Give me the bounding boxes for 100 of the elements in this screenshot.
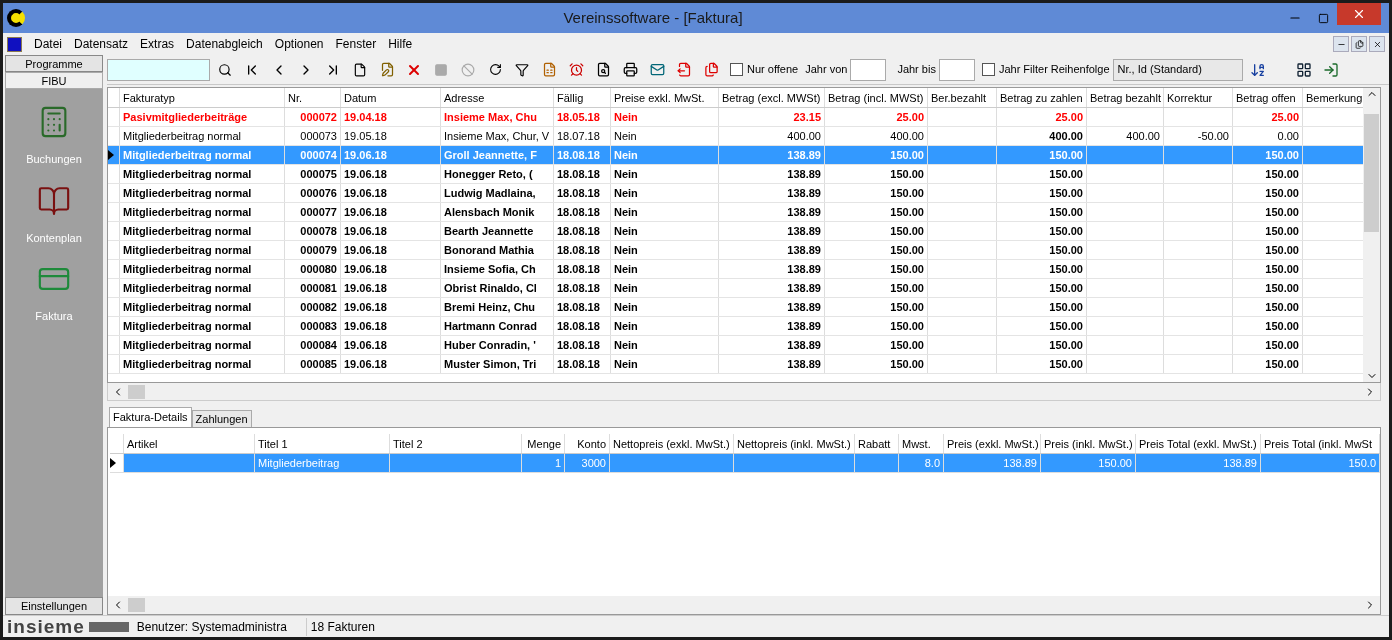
column-header[interactable]: Menge [522,434,565,453]
table-cell: Mitgliederbeitrag normal [123,244,252,256]
table-cell: Alensbach Monik [444,206,535,218]
scroll-thumb[interactable] [1364,114,1379,232]
table-cell: 23.15 [793,111,821,123]
filter-checkbox[interactable] [981,63,995,76]
table-row[interactable]: Mitgliederbeitrag normal 000084 19.06.18 Huber Conradin, ' 18.08.18 Nein 138.89 150.00 150.00 150.00 [108,336,1363,355]
column-header[interactable]: Rabatt [855,434,899,453]
column-header[interactable]: Preis (inkl. MwSt.) [1041,434,1136,453]
table-row[interactable]: Pasivmitgliederbeiträge 000072 19.04.18 Insieme Max, Chu 18.05.18 Nein 23.15 25.00 25.00 25.00 [108,108,1363,127]
checkbox-label: Nur offene [747,62,799,78]
column-header[interactable]: Nettopreis (exkl. MwSt.) [610,434,734,453]
table-cell: Nein [614,282,638,294]
table-cell: Nein [614,301,638,313]
menu-item[interactable]: Hilfe [388,35,413,53]
table-cell: Nein [614,111,638,123]
column-header[interactable]: Artikel [124,434,255,453]
column-header[interactable]: Betrag bezahlt [1087,88,1164,107]
horizontal-scrollbar[interactable] [107,383,1381,401]
year-from-field[interactable] [850,58,887,81]
tab[interactable]: Zahlungen [191,410,252,427]
minimize-button[interactable] [1333,36,1349,52]
column-header[interactable]: Nr. [285,88,341,107]
column-header[interactable]: Titel 2 [390,434,522,453]
column-header[interactable]: Fakturatyp [120,88,285,107]
table-row[interactable]: Mitgliederbeitrag normal 000073 19.05.18 Insieme Max, Chur, V 18.07.18 Nein 400.00 400.00 400.00 400.00 -50.00 0.00 [108,127,1363,146]
table-row[interactable]: Mitgliederbeitrag normal 000076 19.06.18 Ludwig Madlaina, 18.08.18 Nein 138.89 150.00 150.00 150.00 [108,184,1363,203]
table-cell: 400.00 [1126,130,1160,142]
column-header[interactable]: Preis (exkl. MwSt.) [944,434,1041,453]
table-cell: 400.00 [890,130,924,142]
table-cell: 138.89 [1223,457,1257,469]
column-header[interactable]: Titel 1 [255,434,390,453]
menu-item[interactable]: Datei [34,35,62,53]
table-cell: Nein [614,320,638,332]
restore-icon [1354,39,1364,49]
column-header[interactable]: Betrag offen [1233,88,1303,107]
table-row[interactable]: Mitgliederbeitrag normal 000082 19.06.18 Bremi Heinz, Chu 18.08.18 Nein 138.89 150.00 150.00 150.00 [108,298,1363,317]
column-header[interactable]: Mwst. [899,434,944,453]
table-cell: 150.00 [1049,301,1083,313]
column-header[interactable]: Betrag zu zahlen [997,88,1087,107]
table-row[interactable]: Mitgliederbeitrag normal 000085 19.06.18 Muster Simon, Tri 18.08.18 Nein 138.89 150.00 150.00 150.00 [108,355,1363,374]
close-button[interactable] [1369,36,1385,52]
year-to-field[interactable] [938,58,975,81]
table-cell: 150.00 [890,187,924,199]
table-row[interactable]: Mitgliederbeitrag normal 000081 19.06.18 Obrist Rinaldo, Cl 18.08.18 Nein 138.89 150.00 150.00 150.00 [108,279,1363,298]
settings-button[interactable]: Einstellungen [5,597,103,615]
column-header[interactable]: Adresse [441,88,554,107]
table-cell: Muster Simon, Tri [444,358,537,370]
table-cell: Mitgliederbeitrag normal [123,206,252,218]
menu-item[interactable]: Datenabgleich [186,35,263,53]
search-field[interactable] [107,58,210,81]
filter-checkbox[interactable] [730,63,743,76]
table-cell: 000072 [300,111,337,123]
table-row[interactable]: Mitgliederbeitrag normal 000075 19.06.18 Honegger Reto, ( 18.08.18 Nein 138.89 150.00 150.00 150.00 [108,165,1363,184]
column-header[interactable]: Preise exkl. MwSt. [611,88,719,107]
table-cell: 150.00 [1265,320,1299,332]
table-cell: Mitgliederbeitrag normal [123,149,252,161]
column-header[interactable]: Konto [565,434,610,453]
column-header[interactable]: Datum [341,88,441,107]
column-header[interactable]: Preis Total (inkl. MwSt [1261,434,1380,453]
menu-item[interactable]: Extras [140,35,175,53]
column-header[interactable]: Preis Total (exkl. MwSt.) [1136,434,1261,453]
column-header[interactable]: Betrag (excl. MWSt) [719,88,825,107]
menu-item[interactable]: Optionen [274,35,324,53]
sort-order-field[interactable]: Nr., Id (Standard) [1112,58,1243,81]
column-header[interactable]: Fällig [554,88,611,107]
table-cell: 150.00 [1265,282,1299,294]
scroll-thumb[interactable] [128,384,145,399]
table-cell: 19.06.18 [344,225,387,237]
table-cell: 25.00 [1271,111,1299,123]
column-header[interactable]: Korrektur [1164,88,1233,107]
table-row[interactable]: Mitgliederbeitrag normal 000083 19.06.18 Hartmann Conrad 18.08.18 Nein 138.89 150.00 150.00 150.00 [108,317,1363,336]
table-cell: Nein [614,168,638,180]
tab[interactable]: Faktura-Details [109,407,192,427]
table-cell: 19.06.18 [344,282,387,294]
table-cell: 150.00 [1265,225,1299,237]
menu-item[interactable]: Fenster [335,35,377,53]
scroll-thumb[interactable] [128,598,145,612]
menu-item[interactable]: Datensatz [74,35,129,53]
column-header[interactable]: Ber.bezahlt [928,88,997,107]
document-icon [353,62,367,77]
table-cell: 150.00 [1049,339,1083,351]
restore-button[interactable] [1351,36,1367,52]
table-cell: 18.08.18 [557,263,600,275]
table-row[interactable]: Mitgliederbeitrag normal 000077 19.06.18 Alensbach Monik 18.08.18 Nein 138.89 150.00 150.00 150.00 [108,203,1363,222]
programs-button[interactable]: Programme [5,55,103,72]
column-header[interactable]: Nettopreis (inkl. MwSt.) [734,434,855,453]
table-cell: 000084 [300,339,337,351]
sort-icon [1249,61,1266,78]
table-cell: 18.08.18 [557,301,600,313]
table-row[interactable]: Mitgliederbeitrag normal 000078 19.06.18 Bearth Jeannette 18.08.18 Nein 138.89 150.00 150.00 150.00 [108,222,1363,241]
column-header[interactable]: Betrag (incl. MWSt) [825,88,928,107]
table-row[interactable]: Mitgliederbeitrag normal 000079 19.06.18 Bonorand Mathia 18.08.18 Nein 138.89 150.00 150.00 150.00 [108,241,1363,260]
table-cell: Mitgliederbeitrag normal [123,168,252,180]
table-cell: 150.00 [1265,206,1299,218]
table-cell: Nein [614,225,638,237]
table-row[interactable]: Mitgliederbeitrag normal 000080 19.06.18 Insieme Sofia, Ch 18.08.18 Nein 138.89 150.00 150.00 150.00 [108,260,1363,279]
table-cell: Huber Conradin, ' [444,339,536,351]
horizontal-scrollbar[interactable] [108,596,1380,614]
vertical-scrollbar[interactable] [1363,88,1380,382]
